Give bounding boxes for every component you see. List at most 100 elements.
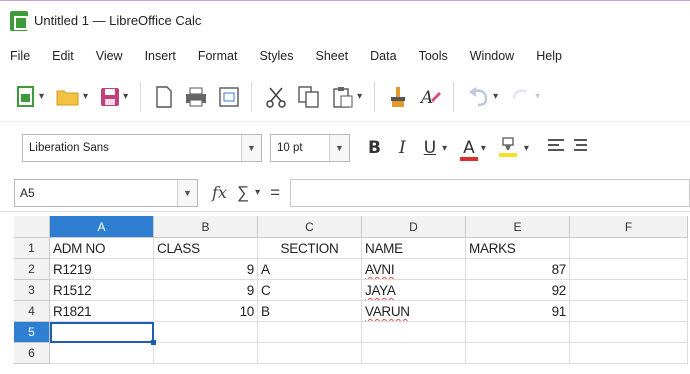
cell-e4[interactable]: 91 bbox=[466, 301, 570, 322]
selection-fill-handle[interactable] bbox=[151, 340, 156, 345]
paste-button[interactable]: ▾ bbox=[332, 83, 362, 111]
cell-a3[interactable]: R1512 bbox=[50, 280, 154, 301]
menu-insert[interactable]: Insert bbox=[145, 49, 176, 63]
cell-c1[interactable]: SECTION bbox=[258, 238, 362, 259]
undo-dropdown-icon[interactable]: ▾ bbox=[493, 91, 498, 102]
italic-button[interactable]: I bbox=[399, 138, 406, 158]
cell-b2[interactable]: 9 bbox=[154, 259, 258, 280]
cell-e2[interactable]: 87 bbox=[466, 259, 570, 280]
name-box[interactable]: A5 ▼ bbox=[14, 178, 198, 207]
cell-c2[interactable]: A bbox=[258, 259, 362, 280]
cell-d3[interactable]: JAYA bbox=[362, 280, 466, 301]
row-header[interactable]: 1 bbox=[14, 238, 50, 259]
undo-button[interactable]: ▾ bbox=[468, 83, 498, 111]
formula-button[interactable]: = bbox=[270, 183, 280, 203]
cell-f1[interactable] bbox=[570, 238, 688, 259]
cell-e6[interactable] bbox=[466, 343, 570, 364]
sum-button[interactable]: ∑ bbox=[237, 183, 249, 203]
cell-d1[interactable]: NAME bbox=[362, 238, 466, 259]
column-header-b[interactable]: B bbox=[154, 216, 258, 238]
cell-a2[interactable]: R1219 bbox=[50, 259, 154, 280]
cell-b5[interactable] bbox=[154, 322, 258, 343]
chevron-down-icon[interactable]: ▼ bbox=[329, 135, 349, 161]
cell-d5[interactable] bbox=[362, 322, 466, 343]
select-all-corner[interactable] bbox=[14, 216, 50, 238]
highlight-color-button[interactable] bbox=[498, 135, 518, 162]
formula-input[interactable] bbox=[290, 178, 690, 207]
column-header-c[interactable]: C bbox=[258, 216, 362, 238]
save-button[interactable]: ▾ bbox=[100, 83, 128, 111]
cell-a5-selected[interactable] bbox=[50, 322, 154, 343]
sum-dropdown-icon[interactable]: ▾ bbox=[255, 187, 260, 198]
font-color-button[interactable]: A bbox=[460, 138, 479, 161]
align-center-icon bbox=[573, 138, 587, 151]
font-color-dropdown-icon[interactable]: ▾ bbox=[481, 143, 486, 154]
bold-button[interactable]: B bbox=[368, 138, 381, 158]
clone-formatting-button[interactable] bbox=[389, 83, 407, 111]
underline-button[interactable]: U bbox=[424, 138, 436, 158]
chevron-down-icon[interactable]: ▼ bbox=[241, 135, 261, 161]
menu-data[interactable]: Data bbox=[370, 49, 396, 63]
cell-f3[interactable] bbox=[570, 280, 688, 301]
cell-f6[interactable] bbox=[570, 343, 688, 364]
menu-format[interactable]: Format bbox=[198, 49, 238, 63]
print-preview-button[interactable] bbox=[219, 83, 239, 111]
cell-b1[interactable]: CLASS bbox=[154, 238, 258, 259]
cell-a1[interactable]: ADM NO bbox=[50, 238, 154, 259]
column-header-f[interactable]: F bbox=[570, 216, 688, 238]
new-button[interactable]: ▾ bbox=[16, 83, 44, 111]
export-pdf-button[interactable] bbox=[155, 83, 173, 111]
cell-c3[interactable]: C bbox=[258, 280, 362, 301]
column-header-a[interactable]: A bbox=[50, 216, 154, 238]
chevron-down-icon[interactable]: ▼ bbox=[177, 179, 197, 206]
menu-help[interactable]: Help bbox=[536, 49, 562, 63]
menu-edit[interactable]: Edit bbox=[52, 49, 74, 63]
menu-file[interactable]: File bbox=[10, 49, 30, 63]
row-header[interactable]: 5 bbox=[14, 322, 50, 343]
font-name-combobox[interactable]: Liberation Sans ▼ bbox=[22, 134, 262, 162]
new-dropdown-icon[interactable]: ▾ bbox=[39, 91, 44, 102]
cell-d4[interactable]: VARUN bbox=[362, 301, 466, 322]
align-center-button[interactable] bbox=[573, 137, 587, 160]
function-wizard-button[interactable]: fx bbox=[212, 183, 227, 202]
row-header[interactable]: 6 bbox=[14, 343, 50, 364]
cell-c6[interactable] bbox=[258, 343, 362, 364]
highlight-dropdown-icon[interactable]: ▾ bbox=[524, 143, 529, 154]
cell-f4[interactable] bbox=[570, 301, 688, 322]
cell-e5[interactable] bbox=[466, 322, 570, 343]
menu-view[interactable]: View bbox=[96, 49, 123, 63]
menu-window[interactable]: Window bbox=[470, 49, 514, 63]
cell-a6[interactable] bbox=[50, 343, 154, 364]
cell-f2[interactable] bbox=[570, 259, 688, 280]
align-left-button[interactable] bbox=[547, 137, 565, 160]
copy-button[interactable] bbox=[298, 83, 320, 111]
open-dropdown-icon[interactable]: ▾ bbox=[83, 91, 88, 102]
cell-d6[interactable] bbox=[362, 343, 466, 364]
cell-e1[interactable]: MARKS bbox=[466, 238, 570, 259]
row-header[interactable]: 4 bbox=[14, 301, 50, 322]
save-dropdown-icon[interactable]: ▾ bbox=[123, 91, 128, 102]
underline-dropdown-icon[interactable]: ▾ bbox=[442, 143, 447, 154]
font-size-combobox[interactable]: 10 pt ▼ bbox=[270, 134, 350, 162]
column-header-d[interactable]: D bbox=[362, 216, 466, 238]
menu-sheet[interactable]: Sheet bbox=[315, 49, 348, 63]
clear-formatting-button[interactable]: A bbox=[419, 83, 442, 111]
print-button[interactable] bbox=[185, 83, 207, 111]
menu-styles[interactable]: Styles bbox=[259, 49, 293, 63]
row-header[interactable]: 2 bbox=[14, 259, 50, 280]
row-header[interactable]: 3 bbox=[14, 280, 50, 301]
cell-c5[interactable] bbox=[258, 322, 362, 343]
cell-a4[interactable]: R1821 bbox=[50, 301, 154, 322]
cut-button[interactable] bbox=[266, 83, 286, 111]
menu-tools[interactable]: Tools bbox=[419, 49, 448, 63]
cell-c4[interactable]: B bbox=[258, 301, 362, 322]
paste-dropdown-icon[interactable]: ▾ bbox=[357, 91, 362, 102]
cell-b3[interactable]: 9 bbox=[154, 280, 258, 301]
cell-f5[interactable] bbox=[570, 322, 688, 343]
open-button[interactable]: ▾ bbox=[56, 83, 88, 111]
cell-b4[interactable]: 10 bbox=[154, 301, 258, 322]
cell-d2[interactable]: AVNI bbox=[362, 259, 466, 280]
cell-b6[interactable] bbox=[154, 343, 258, 364]
cell-e3[interactable]: 92 bbox=[466, 280, 570, 301]
column-header-e[interactable]: E bbox=[466, 216, 570, 238]
